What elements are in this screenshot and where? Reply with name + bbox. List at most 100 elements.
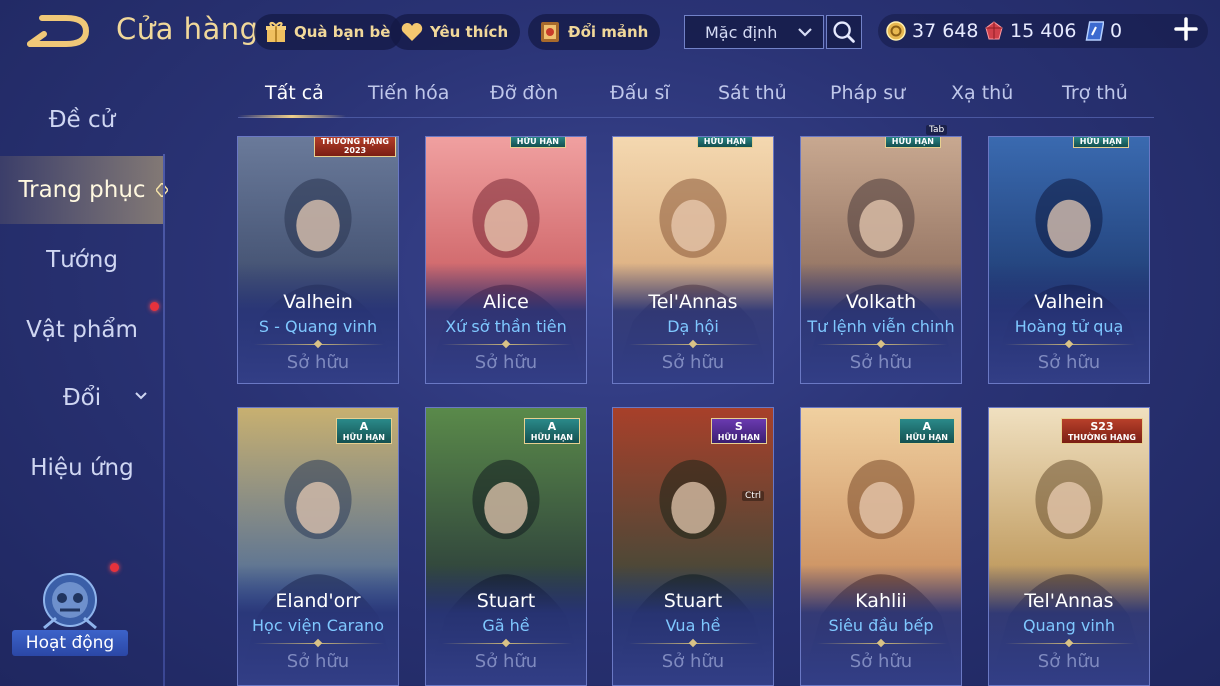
- sidebar-item-heroes[interactable]: Tướng: [0, 226, 164, 294]
- search-button[interactable]: [826, 15, 862, 49]
- gold-currency: 37 648: [886, 18, 978, 44]
- hero-name: Valhein: [283, 291, 353, 313]
- sidebar-item-skins[interactable]: Trang phục: [0, 156, 168, 224]
- rarity-badge: A HỮU HẠN: [335, 418, 392, 444]
- skin-card[interactable]: HỮU HẠN Valhein Hoàng tử quạ Sở hữu: [988, 136, 1150, 384]
- activity-label: Hoạt động: [12, 630, 128, 656]
- exchange-shards-button[interactable]: Đổi mảnh: [528, 14, 661, 50]
- rarity-badge: HỮU HẠN: [884, 137, 941, 148]
- active-diamond-icon: [156, 183, 168, 197]
- skin-name: S - Quang vinh: [258, 317, 378, 336]
- rarity-badge: HỮU HẠN: [696, 137, 753, 148]
- skin-card[interactable]: A HỮU HẠN Eland'orr Học viện Carano Sở hữu: [237, 407, 399, 686]
- currency-bar: 37 648 15 406 0: [878, 14, 1208, 48]
- badge-line-1: A: [922, 420, 932, 433]
- skin-card[interactable]: HỮU HẠN Alice Xứ sở thần tiên Sở hữu: [425, 136, 587, 384]
- shard-book-icon: [541, 22, 559, 42]
- tab-marksman[interactable]: Xạ thủ: [951, 82, 1013, 104]
- card-divider: [254, 643, 384, 644]
- hero-name: Alice: [483, 291, 529, 313]
- rarity-badge: S HỮU HẠN: [710, 418, 767, 444]
- skin-name: Gã hề: [482, 616, 530, 635]
- hero-name: Tel'Annas: [1024, 590, 1114, 612]
- tab-fighter[interactable]: Đấu sĩ: [610, 82, 670, 104]
- rarity-badge: S23 THƯỜNG HẠNG: [1060, 418, 1143, 444]
- card-divider: [1005, 643, 1135, 644]
- badge-line-2: THƯỜNG HẠNG: [1067, 433, 1136, 442]
- hero-name: Kahlii: [855, 590, 907, 612]
- skin-card[interactable]: A HỮU HẠN Stuart Gã hề Sở hữu: [425, 407, 587, 686]
- rarity-badge: THƯỜNG HẠNG 2023: [313, 137, 396, 157]
- back-arrow-icon[interactable]: [26, 14, 90, 48]
- badge-line-1: S23: [1090, 420, 1114, 433]
- tab-tank[interactable]: Đỡ đòn: [490, 82, 558, 104]
- owned-status: Sở hữu: [661, 352, 725, 373]
- notification-dot: [150, 302, 159, 311]
- friend-gift-label: Quà bạn bè: [294, 23, 391, 41]
- card-divider: [817, 344, 947, 345]
- skin-name: Quang vinh: [1022, 616, 1116, 635]
- hero-name: Stuart: [476, 590, 536, 612]
- owned-status: Sở hữu: [474, 352, 538, 373]
- sidebar-item-label: Đề cử: [48, 107, 116, 133]
- badge-line-1: HỮU HẠN: [516, 137, 559, 146]
- hero-name: Valhein: [1034, 291, 1104, 313]
- tab-assassin[interactable]: Sát thủ: [718, 82, 787, 104]
- badge-line-2: HỮU HẠN: [717, 433, 760, 442]
- hero-name: Volkath: [845, 291, 917, 313]
- sidebar-item-items[interactable]: Vật phẩm: [0, 296, 164, 364]
- tab-mage[interactable]: Pháp sư: [830, 82, 905, 104]
- exchange-shards-label: Đổi mảnh: [568, 23, 649, 41]
- card-divider: [442, 643, 572, 644]
- plus-icon[interactable]: [1172, 15, 1200, 43]
- sort-dropdown[interactable]: Mặc định: [684, 15, 824, 49]
- card-divider: [817, 643, 947, 644]
- badge-line-1: HỮU HẠN: [1079, 137, 1122, 146]
- badge-line-2: HỮU HẠN: [342, 433, 385, 442]
- tab-key-hint: Tab: [926, 125, 948, 135]
- hero-name: Stuart: [663, 590, 723, 612]
- tab-support[interactable]: Trợ thủ: [1062, 82, 1128, 104]
- role-tabs: Tất cả Tiến hóa Đỡ đòn Đấu sĩ Sát thủ Ph…: [238, 76, 1154, 118]
- rarity-badge: A HỮU HẠN: [898, 418, 955, 444]
- owned-status: Sở hữu: [661, 651, 725, 672]
- search-icon: [833, 21, 855, 43]
- sidebar-item-recommended[interactable]: Đề cử: [0, 86, 164, 154]
- skin-card[interactable]: HỮU HẠN Tel'Annas Dạ hội Sở hữu: [612, 136, 774, 384]
- owned-status: Sở hữu: [1037, 651, 1101, 672]
- skin-card[interactable]: S HỮU HẠN Stuart Vua hề Sở hữu: [612, 407, 774, 686]
- sidebar-item-exchange[interactable]: Đổi: [0, 364, 164, 432]
- badge-line-1: HỮU HẠN: [703, 137, 746, 146]
- top-bar: Cửa hàng Quà bạn bè Yêu thích Đổi mảnh M…: [0, 0, 1220, 64]
- skin-card[interactable]: HỮU HẠN Volkath Tư lệnh viễn chinh Sở hữu: [800, 136, 962, 384]
- favorites-label: Yêu thích: [430, 23, 509, 41]
- gold-value: 37 648: [912, 20, 979, 42]
- sidebar-item-effects[interactable]: Hiệu ứng: [0, 434, 164, 502]
- sort-value: Mặc định: [705, 22, 778, 42]
- badge-line-1: A: [359, 420, 369, 433]
- badge-line-2: HỮU HẠN: [905, 433, 948, 442]
- voucher-icon: [1085, 21, 1104, 41]
- active-tab-underline: [238, 115, 346, 118]
- skin-card[interactable]: THƯỜNG HẠNG 2023 Valhein S - Quang vinh Sở h…: [237, 136, 399, 384]
- sidebar-item-label: Đổi: [62, 385, 102, 411]
- chevron-down-icon: [798, 28, 812, 37]
- skin-card[interactable]: A HỮU HẠN Kahlii Siêu đầu bếp Sở hữu: [800, 407, 962, 686]
- owned-status: Sở hữu: [474, 651, 538, 672]
- skin-name: Siêu đầu bếp: [828, 616, 934, 635]
- owned-status: Sở hữu: [849, 651, 913, 672]
- badge-line-2: 2023: [343, 146, 367, 155]
- tab-all[interactable]: Tất cả: [265, 82, 324, 104]
- hero-name: Tel'Annas: [648, 291, 738, 313]
- card-divider: [629, 344, 759, 345]
- badge-line-1: S: [734, 420, 743, 433]
- card-divider: [629, 643, 759, 644]
- favorites-button[interactable]: Yêu thích: [390, 14, 521, 50]
- gem-currency: 15 406: [984, 18, 1076, 44]
- skin-name: Vua hề: [665, 616, 721, 635]
- skin-card[interactable]: S23 THƯỜNG HẠNG Tel'Annas Quang vinh Sở hữu: [988, 407, 1150, 686]
- voucher-value: 0: [1110, 20, 1123, 42]
- friend-gift-button[interactable]: Quà bạn bè: [254, 14, 403, 50]
- tab-evolution[interactable]: Tiến hóa: [368, 82, 449, 104]
- activity-button[interactable]: Hoạt động: [12, 568, 128, 660]
